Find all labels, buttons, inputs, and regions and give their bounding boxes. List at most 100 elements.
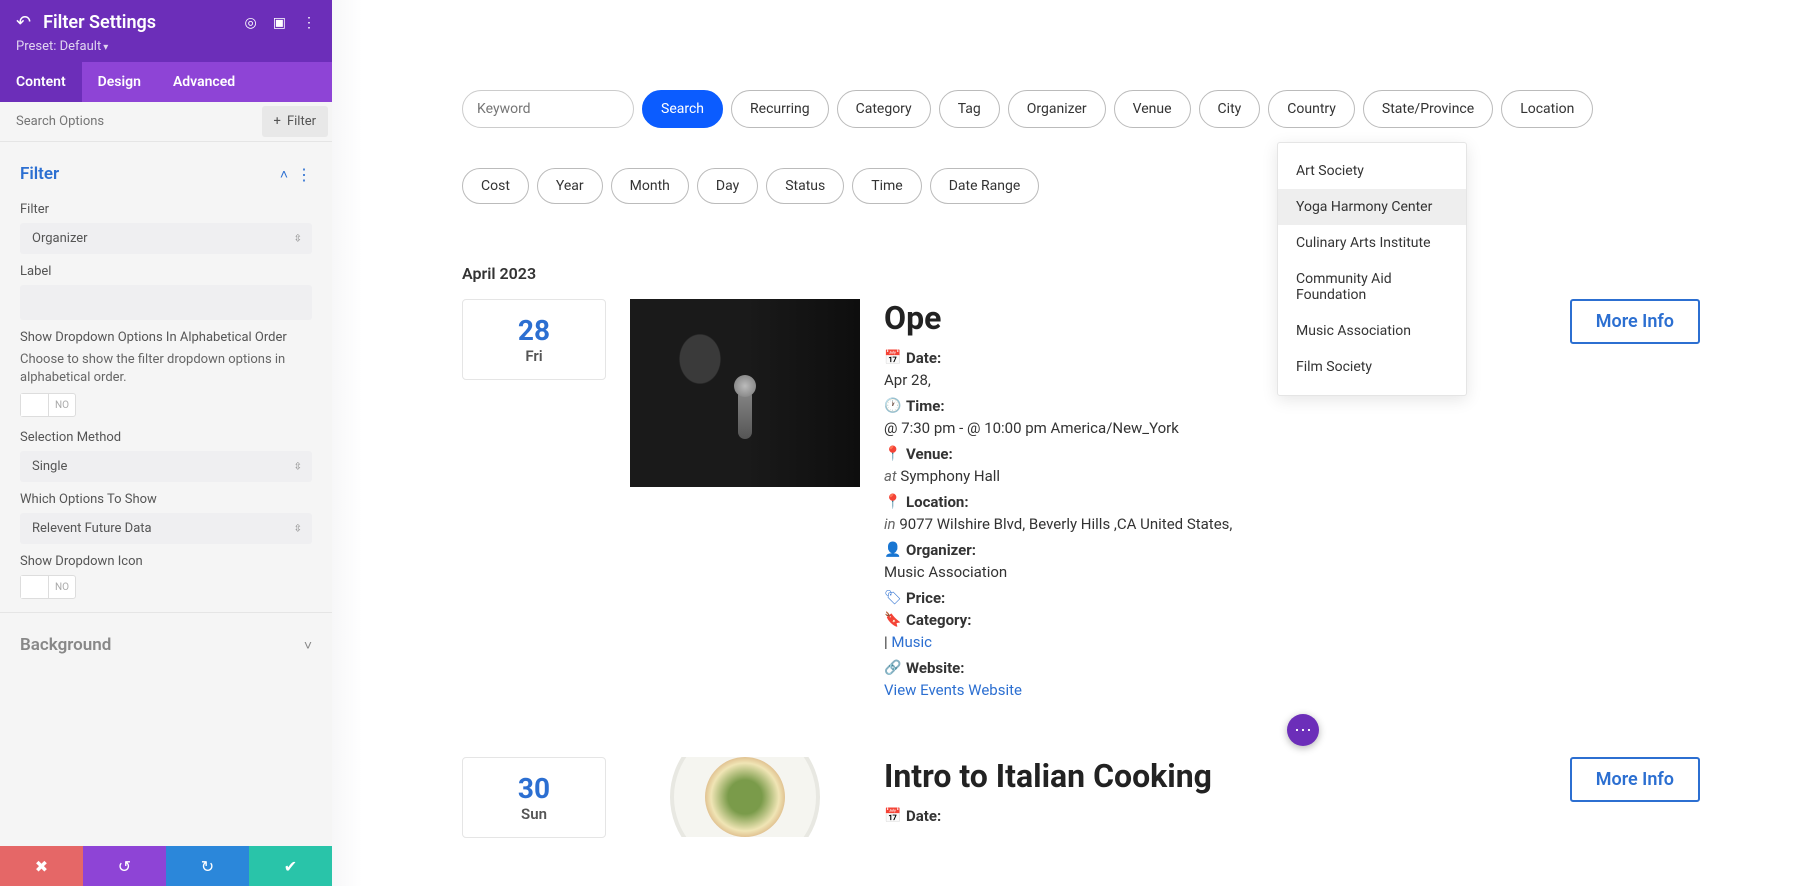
filter-field-label: Filter <box>20 202 312 217</box>
pill-time[interactable]: Time <box>852 168 921 204</box>
event-details: Intro to Italian Cooking 📅Date: <box>884 757 1546 829</box>
which-options-label: Which Options To Show <box>20 492 312 507</box>
dropdown-item[interactable]: Film Society <box>1278 349 1466 385</box>
pill-status[interactable]: Status <box>766 168 844 204</box>
month-heading: April 2023 <box>462 264 1700 283</box>
pill-venue[interactable]: Venue <box>1114 90 1191 128</box>
dropdown-item[interactable]: Art Society <box>1278 153 1466 189</box>
selection-method-select[interactable]: Single ⇳ <box>20 451 312 482</box>
pill-location[interactable]: Location <box>1501 90 1593 128</box>
pill-date-range[interactable]: Date Range <box>930 168 1040 204</box>
pill-day[interactable]: Day <box>697 168 758 204</box>
pill-year[interactable]: Year <box>537 168 603 204</box>
dropdown-item[interactable]: Culinary Arts Institute <box>1278 225 1466 261</box>
preset-selector[interactable]: Preset: Default▾ <box>16 39 316 54</box>
add-filter-label: Filter <box>287 114 316 129</box>
label-field-label: Label <box>20 264 312 279</box>
dropdown-icon-label: Show Dropdown Icon <box>20 554 312 569</box>
venue-label: Venue: <box>906 445 953 463</box>
chevron-down-icon: ˅ <box>304 637 312 654</box>
filter-section-title: Filter <box>20 164 59 184</box>
pill-city[interactable]: City <box>1199 90 1261 128</box>
filter-select[interactable]: Organizer ⇳ <box>20 223 312 254</box>
event-image <box>630 299 860 487</box>
search-options-bar: + Filter <box>0 102 332 142</box>
event-date-day: Fri <box>463 347 605 365</box>
pill-state[interactable]: State/Province <box>1363 90 1493 128</box>
background-section-header[interactable]: Background ˅ <box>0 612 332 677</box>
target-icon[interactable]: ◎ <box>245 15 257 31</box>
pill-search[interactable]: Search <box>642 90 723 128</box>
sidebar-tabs: Content Design Advanced <box>0 62 332 102</box>
alpha-toggle-label: NO <box>49 400 75 411</box>
category-label: Category: <box>906 611 971 629</box>
more-info-button[interactable]: More Info <box>1570 299 1700 344</box>
website-link[interactable]: View Events Website <box>884 681 1022 699</box>
section-menu-icon[interactable]: ⋮ <box>296 165 312 184</box>
pill-cost[interactable]: Cost <box>462 168 529 204</box>
dropdown-icon-toggle[interactable]: NO <box>20 575 76 599</box>
tab-advanced[interactable]: Advanced <box>157 62 251 102</box>
event-date-day: Sun <box>463 805 605 823</box>
save-button[interactable]: ✔ <box>249 846 332 886</box>
menu-dots-icon[interactable]: ⋮ <box>302 15 316 31</box>
time-value: @ 7:30 pm - @ 10:00 pm America/New_York <box>884 419 1546 437</box>
pill-recurring[interactable]: Recurring <box>731 90 829 128</box>
pill-month[interactable]: Month <box>611 168 689 204</box>
which-options-select[interactable]: Relevent Future Data ⇳ <box>20 513 312 544</box>
filter-pills-row-2: Cost Year Month Day Status Time Date Ran… <box>462 168 1700 204</box>
main-content: Search Recurring Category Tag Organizer … <box>332 0 1800 886</box>
sidebar-header: ↶ Filter Settings ◎ ▣ ⋮ Preset: Default▾ <box>0 0 332 62</box>
undo-button[interactable]: ↺ <box>83 846 166 886</box>
event-row: 28 Fri Ope 📅Date: Apr 28, 🕐Time: @ 7:30 … <box>462 299 1700 707</box>
alpha-label: Show Dropdown Options In Alphabetical Or… <box>20 330 312 345</box>
calendar-icon: 📅 <box>884 808 900 824</box>
panel-icon[interactable]: ▣ <box>273 15 286 31</box>
pin-icon: 📍 <box>884 446 900 462</box>
cancel-button[interactable]: ✖ <box>0 846 83 886</box>
floating-action-button[interactable]: ⋯ <box>1287 714 1319 746</box>
event-date-num: 28 <box>463 314 605 347</box>
event-image <box>630 757 860 837</box>
person-icon: 👤 <box>884 542 900 558</box>
redo-button[interactable]: ↻ <box>166 846 249 886</box>
tag-icon: 🏷 <box>884 590 900 606</box>
location-prefix: in <box>884 515 896 533</box>
pill-tag[interactable]: Tag <box>939 90 1000 128</box>
bookmark-icon: 🔖 <box>884 612 900 628</box>
search-options-input[interactable] <box>0 104 258 139</box>
add-filter-button[interactable]: + Filter <box>262 106 328 137</box>
tab-content[interactable]: Content <box>0 62 82 102</box>
category-link[interactable]: Music <box>891 633 932 651</box>
settings-sidebar: ↶ Filter Settings ◎ ▣ ⋮ Preset: Default▾… <box>0 0 332 886</box>
event-date-box: 28 Fri <box>462 299 606 380</box>
location-label: Location: <box>906 493 969 511</box>
calendar-icon: 📅 <box>884 350 900 366</box>
organizer-label: Organizer: <box>906 541 976 559</box>
pill-category[interactable]: Category <box>837 90 931 128</box>
background-section-title: Background <box>20 635 111 655</box>
label-input[interactable] <box>20 285 312 320</box>
plus-icon: + <box>274 114 281 129</box>
more-info-button[interactable]: More Info <box>1570 757 1700 802</box>
venue-prefix: at <box>884 467 897 485</box>
alpha-help: Choose to show the filter dropdown optio… <box>20 351 312 387</box>
back-icon[interactable]: ↶ <box>16 12 31 33</box>
price-label: Price: <box>906 589 945 607</box>
clock-icon: 🕐 <box>884 398 900 414</box>
sidebar-title: Filter Settings <box>43 12 232 33</box>
chevron-up-icon[interactable]: ˄ <box>280 166 288 183</box>
sidebar-footer: ✖ ↺ ↻ ✔ <box>0 846 332 886</box>
keyword-input[interactable] <box>462 90 634 128</box>
date-label: Date: <box>906 349 941 367</box>
dropdown-item[interactable]: Community Aid Foundation <box>1278 261 1466 313</box>
alpha-toggle[interactable]: NO <box>20 393 76 417</box>
dropdown-item[interactable]: Music Association <box>1278 313 1466 349</box>
pill-organizer[interactable]: Organizer <box>1008 90 1106 128</box>
dropdown-item[interactable]: Yoga Harmony Center <box>1278 189 1466 225</box>
preset-label: Preset: Default <box>16 39 101 54</box>
pill-country[interactable]: Country <box>1268 90 1355 128</box>
filter-section-header[interactable]: Filter ˄ ⋮ <box>20 156 312 192</box>
tab-design[interactable]: Design <box>82 62 157 102</box>
organizer-dropdown: Art Society Yoga Harmony Center Culinary… <box>1277 142 1467 396</box>
